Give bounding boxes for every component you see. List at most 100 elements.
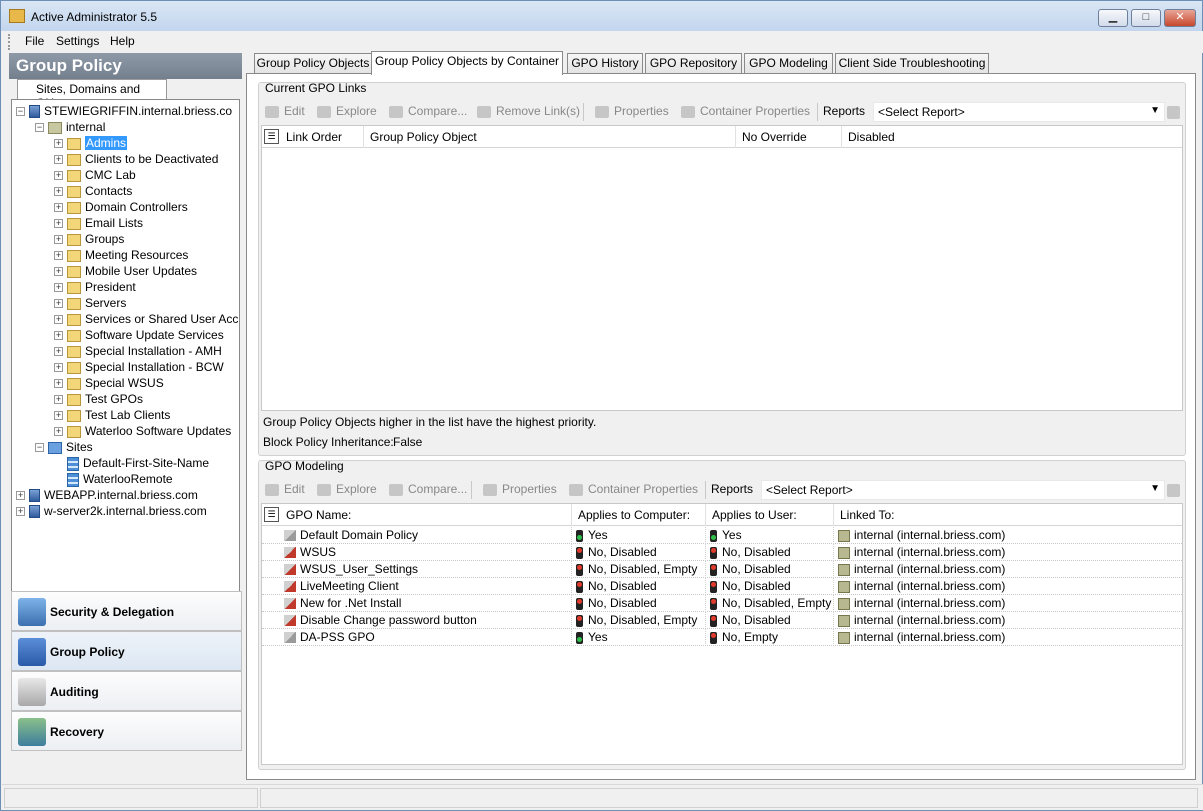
menu-settings[interactable]: Settings <box>56 34 99 48</box>
expand-icon[interactable]: + <box>54 171 63 181</box>
tree-item-server[interactable]: + w-server2k.internal.briess.com <box>16 503 207 519</box>
tree-item-ou[interactable]: + Admins <box>54 135 128 151</box>
tree-item-site[interactable]: Default-First-Site-Name <box>54 455 209 471</box>
tree-item-domain[interactable]: − internal <box>35 119 105 135</box>
tree-item-ou[interactable]: + Special Installation - BCW <box>54 359 224 375</box>
table-row[interactable]: LiveMeeting Client No, Disabled No, Disabl… <box>262 578 1182 595</box>
menu-file[interactable]: File <box>25 34 44 48</box>
expand-icon[interactable]: + <box>54 331 63 341</box>
col-link-order[interactable]: Link Order <box>280 126 364 148</box>
table-row[interactable]: Default Domain Policy Yes Yes internal (int… <box>262 527 1182 544</box>
tree-item-ou[interactable]: + Clients to be Deactivated <box>54 151 218 167</box>
expand-icon[interactable]: + <box>54 235 63 245</box>
tree-item-ou[interactable]: + President <box>54 279 136 295</box>
tree-item-ou[interactable]: + Email Lists <box>54 215 143 231</box>
col-group-policy-object[interactable]: Group Policy Object <box>364 126 736 148</box>
links-explore-button[interactable]: Explore <box>317 104 377 118</box>
expand-icon[interactable]: + <box>54 139 63 149</box>
tab-group-policy-objects-by-container[interactable]: Group Policy Objects by Container <box>371 51 563 75</box>
minimize-button[interactable]: ▁ <box>1098 9 1128 27</box>
tree-item-ou[interactable]: + Special Installation - AMH <box>54 343 222 359</box>
modeling-compare-button[interactable]: Compare... <box>389 482 467 496</box>
remove-links-button[interactable]: Remove Link(s) <box>477 104 580 118</box>
tree-item-ou[interactable]: + Mobile User Updates <box>54 263 197 279</box>
expand-icon[interactable]: + <box>16 491 25 501</box>
table-row[interactable]: WSUS No, Disabled No, Disabled internal (in… <box>262 544 1182 561</box>
tree-item-ou[interactable]: + Waterloo Software Updates <box>54 423 231 439</box>
expand-icon[interactable]: + <box>54 187 63 197</box>
links-properties-button[interactable]: Properties <box>595 104 669 118</box>
col-linked-to[interactable]: Linked To: <box>834 504 1182 526</box>
expand-icon[interactable]: + <box>54 411 63 421</box>
tree-item-server[interactable]: + WEBAPP.internal.briess.com <box>16 487 198 503</box>
expand-icon[interactable]: + <box>54 347 63 357</box>
tree-item-ou[interactable]: + Test Lab Clients <box>54 407 170 423</box>
run-report-icon[interactable] <box>1167 483 1185 498</box>
tree-item-ou[interactable]: + Test GPOs <box>54 391 143 407</box>
expand-icon[interactable]: + <box>54 315 63 325</box>
col-applies-to-user[interactable]: Applies to User: <box>706 504 834 526</box>
col-gpo-name[interactable]: GPO Name: <box>280 504 572 526</box>
modeling-explore-button[interactable]: Explore <box>317 482 377 496</box>
tab-gpo-modeling[interactable]: GPO Modeling <box>744 53 833 74</box>
modeling-properties-button[interactable]: Properties <box>483 482 557 496</box>
tab-gpo-repository[interactable]: GPO Repository <box>645 53 742 74</box>
tree-item-ou[interactable]: + Servers <box>54 295 126 311</box>
tree-item-sites[interactable]: − Sites <box>35 439 93 455</box>
column-chooser-icon[interactable]: ☰ <box>264 507 279 522</box>
expand-icon[interactable]: + <box>54 267 63 277</box>
tab-sites-domains-ous[interactable]: Sites, Domains and OUs <box>17 79 167 110</box>
expand-icon[interactable]: + <box>54 283 63 293</box>
tab-gpo-history[interactable]: GPO History <box>567 53 643 74</box>
expand-icon[interactable]: + <box>54 427 63 437</box>
links-compare-button[interactable]: Compare... <box>389 104 467 118</box>
column-chooser-icon[interactable]: ☰ <box>264 129 279 144</box>
links-report-select[interactable]: <Select Report> ▼ <box>873 102 1165 122</box>
expand-icon[interactable]: + <box>54 395 63 405</box>
maximize-button[interactable]: □ <box>1131 9 1161 27</box>
expand-icon[interactable]: + <box>54 363 63 373</box>
tree-item-ou[interactable]: + CMC Lab <box>54 167 136 183</box>
table-row[interactable]: New for .Net Install No, Disabled No, Disa… <box>262 595 1182 612</box>
expand-icon[interactable]: + <box>16 507 25 517</box>
tree-item-ou[interactable]: + Groups <box>54 231 124 247</box>
tree-item-ou[interactable]: + Software Update Services <box>54 327 224 343</box>
col-disabled[interactable]: Disabled <box>842 126 1182 148</box>
tree-item-ou[interactable]: + Special WSUS <box>54 375 164 391</box>
tree-item-root-server[interactable]: − STEWIEGRIFFIN.internal.briess.co <box>16 103 232 119</box>
tree-item-ou[interactable]: + Services or Shared User Acc <box>54 311 238 327</box>
tab-group-policy-objects[interactable]: Group Policy Objects <box>254 53 372 74</box>
nav-group-policy[interactable]: Group Policy <box>11 631 242 671</box>
tree-item-ou[interactable]: + Contacts <box>54 183 132 199</box>
modeling-container-properties-button[interactable]: Container Properties <box>569 482 698 496</box>
nav-recovery[interactable]: Recovery <box>11 711 242 751</box>
menu-help[interactable]: Help <box>110 34 135 48</box>
tab-client-side-troubleshooting[interactable]: Client Side Troubleshooting <box>835 53 989 74</box>
tree-item-site[interactable]: WaterlooRemote <box>54 471 173 487</box>
expand-icon[interactable]: + <box>54 219 63 229</box>
expand-icon[interactable]: + <box>54 155 63 165</box>
tree-item-ou[interactable]: + Domain Controllers <box>54 199 188 215</box>
expand-icon[interactable]: + <box>54 251 63 261</box>
tree-item-ou[interactable]: + Meeting Resources <box>54 247 188 263</box>
expand-icon[interactable]: + <box>54 299 63 309</box>
table-row[interactable]: DA-PSS GPO Yes No, Empty internal (internal… <box>262 629 1182 646</box>
site-icon <box>67 456 79 471</box>
nav-security-delegation[interactable]: Security & Delegation <box>11 591 242 631</box>
modeling-report-select[interactable]: <Select Report> ▼ <box>761 480 1165 500</box>
nav-auditing[interactable]: Auditing <box>11 671 242 711</box>
col-applies-to-computer[interactable]: Applies to Computer: <box>572 504 706 526</box>
table-row[interactable]: WSUS_User_Settings No, Disabled, Empty No,… <box>262 561 1182 578</box>
expand-icon[interactable]: + <box>54 203 63 213</box>
col-no-override[interactable]: No Override <box>736 126 842 148</box>
collapse-icon[interactable]: − <box>16 107 25 117</box>
links-edit-button[interactable]: Edit <box>265 104 305 118</box>
expand-icon[interactable]: + <box>54 379 63 389</box>
modeling-edit-button[interactable]: Edit <box>265 482 305 496</box>
table-row[interactable]: Disable Change password button No, Disabl… <box>262 612 1182 629</box>
collapse-icon[interactable]: − <box>35 443 44 453</box>
collapse-icon[interactable]: − <box>35 123 44 133</box>
links-container-properties-button[interactable]: Container Properties <box>681 104 810 118</box>
run-report-icon[interactable] <box>1167 105 1185 120</box>
close-button[interactable]: ✕ <box>1164 9 1196 27</box>
